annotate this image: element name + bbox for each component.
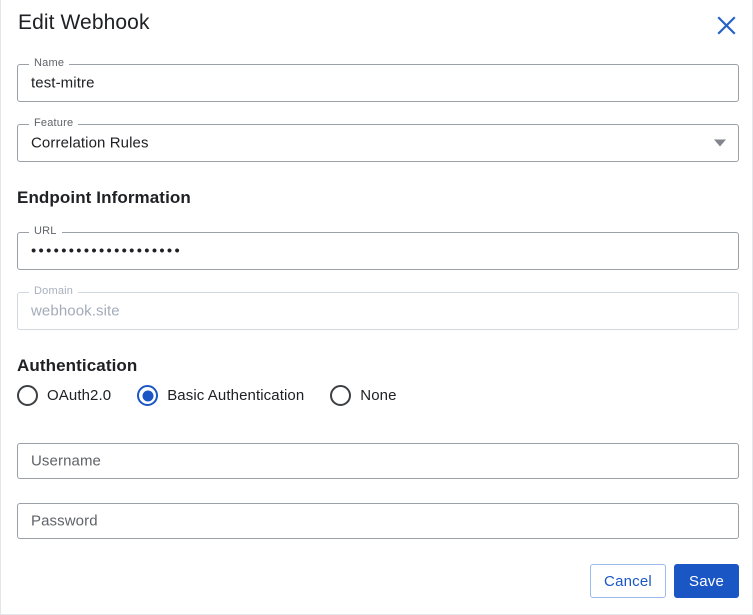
name-field-label: Name xyxy=(29,57,70,70)
authentication-heading: Authentication xyxy=(17,356,138,375)
domain-field-value: webhook.site xyxy=(31,302,120,320)
radio-option-oauth2[interactable]: OAuth2.0 xyxy=(17,385,111,406)
url-field-label: URL xyxy=(29,225,62,238)
close-icon xyxy=(716,15,736,35)
endpoint-information-heading: Endpoint Information xyxy=(17,188,191,207)
username-input-placeholder: Username xyxy=(31,452,101,470)
close-button[interactable] xyxy=(712,11,740,39)
radio-circle-oauth2[interactable] xyxy=(17,385,38,406)
url-field-value: •••••••••••••••••••• xyxy=(31,242,183,260)
password-input-placeholder: Password xyxy=(31,512,98,530)
radio-label-oauth2: OAuth2.0 xyxy=(47,387,112,404)
save-button[interactable]: Save xyxy=(674,564,739,598)
feature-select-value: Correlation Rules xyxy=(31,134,149,152)
username-input[interactable]: Username xyxy=(17,443,739,479)
domain-field: Domain webhook.site xyxy=(17,285,739,330)
password-input[interactable]: Password xyxy=(17,503,739,539)
radio-option-basic-authentication[interactable]: Basic Authentication xyxy=(137,385,304,406)
dialog-header: Edit Webhook xyxy=(1,0,753,50)
radio-label-basic-authentication: Basic Authentication xyxy=(167,387,305,404)
feature-select[interactable]: Feature Correlation Rules xyxy=(17,117,739,162)
edit-webhook-dialog: Edit Webhook Name test-mitre Feature Cor… xyxy=(0,0,753,615)
cancel-button[interactable]: Cancel xyxy=(590,564,666,598)
radio-option-none[interactable]: None xyxy=(330,385,396,406)
chevron-down-icon[interactable] xyxy=(714,139,726,147)
radio-circle-basic-authentication[interactable] xyxy=(137,385,159,406)
authentication-radio-group: OAuth2.0 Basic Authentication None xyxy=(17,385,397,406)
page-title: Edit Webhook xyxy=(18,11,150,34)
name-field-value: test-mitre xyxy=(31,74,95,92)
domain-field-label: Domain xyxy=(29,285,79,298)
name-field[interactable]: Name test-mitre xyxy=(17,57,739,102)
feature-select-label: Feature xyxy=(29,117,79,130)
radio-label-none: None xyxy=(360,387,397,404)
radio-circle-none[interactable] xyxy=(330,385,352,406)
url-field[interactable]: URL •••••••••••••••••••• xyxy=(17,225,739,270)
